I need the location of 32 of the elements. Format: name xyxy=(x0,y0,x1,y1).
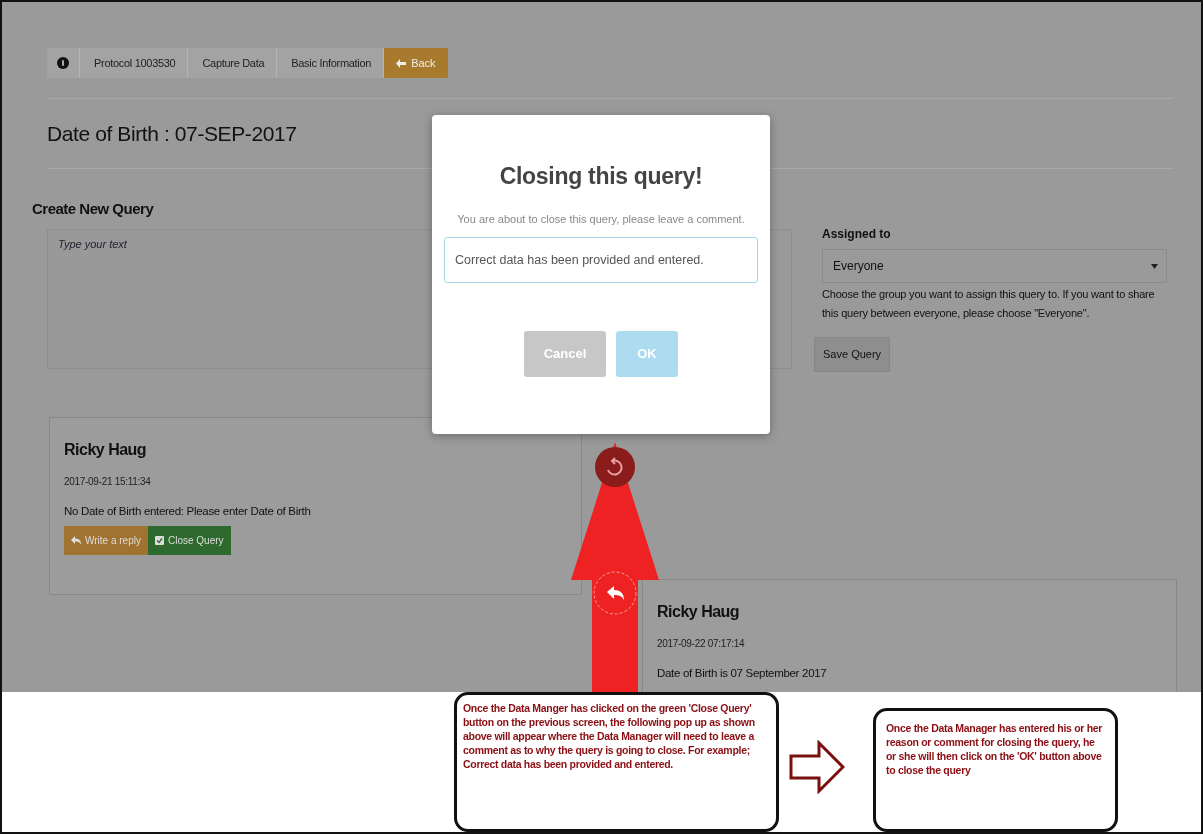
author-name: Ricky Haug xyxy=(657,602,741,622)
reply-icon xyxy=(71,535,81,545)
timestamp: 2017-09-21 15:11:34 xyxy=(64,474,152,489)
info-icon xyxy=(57,57,69,69)
assigned-to-label: Assigned to xyxy=(822,226,892,244)
dialog-title: Closing this query! xyxy=(498,163,704,191)
breadcrumb-link[interactable]: Protocol 1003530 xyxy=(80,48,189,78)
author-name: Ricky Haug xyxy=(64,439,148,460)
close-query-button[interactable]: Close Query xyxy=(147,525,231,555)
comment-field[interactable]: Correct data has been provided and entered. xyxy=(444,237,758,284)
left-arrow-icon xyxy=(396,58,407,68)
reply-icon xyxy=(592,570,638,616)
back-button[interactable]: Back xyxy=(384,48,448,78)
comment-text: Date of Birth is 07 September 2017 xyxy=(657,666,828,681)
save-query-button[interactable]: Save Query xyxy=(814,337,891,372)
caret-icon xyxy=(1151,263,1158,269)
comment-text: No Date of Birth entered: Please enter Date of Birth xyxy=(64,503,312,519)
annotation-callout: Once the Data Manager has entered his or her reason or comment for closing the query, he or she will then click on the 'OK' button above to close the query xyxy=(873,708,1118,832)
breadcrumb-link[interactable]: Capture Data xyxy=(188,48,278,78)
timeline-marker-icon xyxy=(594,446,636,488)
breadcrumb-link[interactable]: Basic Information xyxy=(277,48,385,78)
assigned-to-dropdown[interactable]: Everyone xyxy=(822,249,1167,284)
timestamp: 2017-09-22 07:17:14 xyxy=(657,637,746,651)
checkbox-icon xyxy=(154,535,164,545)
annotation-callout: Once the Data Manger has clicked on the green 'Close Query' button on the previous screen, the following pop up as shown above will appear where the Data Manager will need to leave a comment as to why the query is going to close. For example; Correct data has been provided and entered. xyxy=(454,692,779,832)
help-text: Choose the group you want to assign this query to. If you want to share this query between everyone, please choose "Everyone". xyxy=(822,287,1156,322)
dialog-message: You are about to close this query, please leave a comment. xyxy=(456,211,746,227)
info-crumb[interactable] xyxy=(47,48,80,78)
page-title: Date of Birth : 07-SEP-2017 xyxy=(47,121,298,147)
section-heading: Create New Query xyxy=(32,199,154,220)
write-reply-button[interactable]: Write a reply xyxy=(64,525,148,555)
outline-arrow xyxy=(789,740,845,794)
